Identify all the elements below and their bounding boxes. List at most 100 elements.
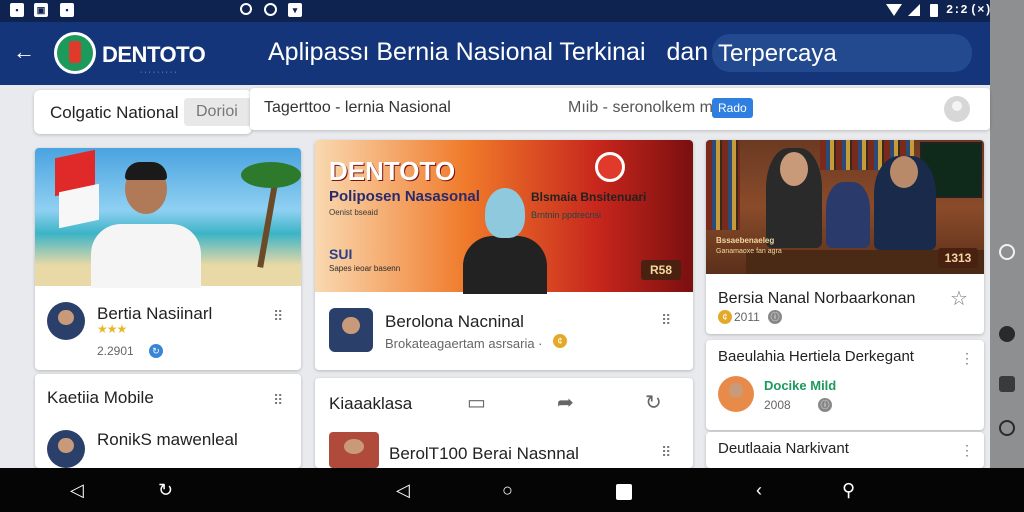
person-figure <box>826 182 870 248</box>
woman-face <box>780 152 808 186</box>
man-figure <box>91 162 201 288</box>
palm-leaf <box>241 162 301 188</box>
rotate-icon[interactable]: ↻ <box>158 481 173 499</box>
poster-image: DENTOTO Poliposen Nasasonal Oenist bseai… <box>315 140 693 294</box>
poster-line: Poliposen Nasasonal <box>329 188 480 205</box>
card-meta: 2008 <box>764 398 791 412</box>
share-icon: ↻ <box>149 344 163 358</box>
news-card[interactable]: Deutlaaia Narkivant ⋮ <box>706 432 984 468</box>
share-icon[interactable]: ➦ <box>557 390 574 415</box>
signal-icon <box>908 4 920 16</box>
back-arrow-icon[interactable]: ← <box>10 38 38 66</box>
author-name: Docike Mild <box>764 378 837 393</box>
item-thumbnail <box>329 432 379 468</box>
category-chip[interactable]: Dorioi <box>184 98 252 126</box>
featured-card[interactable]: DENTOTO Poliposen Nasasonal Oenist bseai… <box>315 140 693 370</box>
rail-dot-button[interactable] <box>999 326 1015 342</box>
status-bar: ▪ ▣ ▪ ▾ 2:2 (×) <box>0 0 1024 22</box>
card-meta: 2.2901 <box>97 344 134 358</box>
category-panel: Colgatic National Dorioi <box>34 90 252 134</box>
back-icon[interactable]: ◁ <box>70 481 84 499</box>
more-icon[interactable]: ⋮ <box>960 350 974 367</box>
more-icon[interactable]: ⋮ <box>960 442 974 459</box>
photo-icon: ▣ <box>34 3 48 17</box>
poster-emblem <box>595 152 625 182</box>
profile-avatar[interactable] <box>944 96 970 122</box>
recents-icon[interactable] <box>616 484 632 500</box>
assist-icon[interactable]: ⚲ <box>842 481 855 499</box>
card-meta: 2011 <box>734 310 760 324</box>
author-avatar <box>329 308 373 352</box>
photo-tag: 1313 <box>938 248 978 268</box>
card-title: Bertia Nasiinarl <box>97 304 213 323</box>
more-icon[interactable]: ⠿ <box>661 312 671 329</box>
search-hint: Mıib - seronolkem m <box>568 99 713 116</box>
author-avatar <box>718 376 754 412</box>
poster-line: Sapes ieoar basenn <box>329 264 401 273</box>
back-icon[interactable]: ◁ <box>396 481 410 499</box>
back-gesture-icon[interactable]: ‹ <box>756 481 762 499</box>
page-title: Aplipassı Bernia Nasional Terkinai dan <box>268 38 708 67</box>
system-nav-bar: ◁ ↻ ◁ ○ ‹ ⚲ <box>0 468 1024 512</box>
more-icon[interactable]: ⠿ <box>661 444 671 461</box>
badge-icon: ¢ <box>718 310 732 324</box>
office-photo: Bssaebenaeleg Ganamaoxe fan agra 1313 <box>706 140 984 274</box>
card-title: Deutlaaia Narkivant <box>718 440 849 457</box>
photo-caption: Bssaebenaeleg <box>716 236 775 245</box>
section-header: Kiaaaklasa <box>329 394 413 413</box>
comment-icon[interactable]: ▭ <box>467 390 486 415</box>
search-query[interactable]: Tagerttoo - lernia Nasional <box>264 99 451 117</box>
title-pill-label: Terpercaya <box>718 40 837 67</box>
search-bar[interactable]: Tagerttoo - lernia Nasional Mıib - seron… <box>250 88 990 130</box>
info-icon: ⓘ <box>818 398 832 412</box>
palm-trunk <box>257 178 279 268</box>
home-icon[interactable]: ○ <box>502 481 513 499</box>
refresh-icon[interactable] <box>999 420 1015 436</box>
brand-logo <box>54 32 96 74</box>
man-face <box>890 156 918 188</box>
news-card[interactable]: Bssaebenaeleg Ganamaoxe fan agra 1313 Be… <box>706 140 984 334</box>
poster-right-line: Brntnin ppdrecnsi <box>531 210 602 220</box>
clock: 2:2 <box>946 3 968 17</box>
status-extra: (×) <box>970 3 992 17</box>
battery-icon <box>930 4 938 17</box>
wifi-icon <box>886 4 902 16</box>
card-title: Bersia Nanal Norbaarkonan <box>718 290 916 307</box>
bookshelf <box>706 140 740 230</box>
page-title-text: Aplipassı Bernia Nasional Terkinai <box>268 38 646 66</box>
photo-caption: Ganamaoxe fan agra <box>716 248 782 255</box>
rating-stars: ★★★ <box>97 322 127 336</box>
poster-line: Oenist bseaid <box>329 208 378 217</box>
item-avatar <box>47 430 85 468</box>
page-title-conj: dan <box>666 38 709 66</box>
section-card: Kiaaaklasa ▭ ➦ ↻ BerolT100 Berai Nasnnal… <box>315 378 693 468</box>
more-icon[interactable]: ⠿ <box>273 308 283 325</box>
info-icon: ⓘ <box>768 310 782 324</box>
home-icon[interactable] <box>999 376 1015 392</box>
reply-icon[interactable]: ↻ <box>645 390 662 415</box>
rail-circle-button[interactable] <box>999 244 1015 260</box>
more-icon[interactable]: ⠿ <box>273 392 283 409</box>
author-avatar <box>47 302 85 340</box>
title-pill[interactable]: Terpercaya <box>712 34 972 72</box>
location-icon <box>240 3 252 15</box>
app-icon: ▾ <box>288 3 302 17</box>
poster-tag: R58 <box>641 260 681 280</box>
section-card: Kaetiia Mobile ⠿ RonikS mawenleal <box>35 374 301 468</box>
side-rail <box>990 0 1024 468</box>
record-icon <box>264 3 277 16</box>
card-title: Berolona Nacninal <box>385 312 524 331</box>
poster-line: SUI <box>329 246 353 262</box>
card-meta: Brokateagaertam asrsaria · <box>385 336 543 351</box>
card-title: Baeulahia Hertiela Derkegant <box>718 348 914 365</box>
list-item-title[interactable]: RonikS mawenleal <box>97 430 238 450</box>
star-icon[interactable]: ☆ <box>950 286 968 311</box>
news-card[interactable]: Baeulahia Hertiela Derkegant ⋮ Docike Mi… <box>706 340 984 430</box>
brand-tagline: · · · · · · · · · <box>140 69 177 76</box>
search-badge[interactable]: Rado <box>712 98 753 118</box>
notification-icon: ▪ <box>10 3 24 17</box>
badge-icon: ¢ <box>553 334 567 348</box>
news-card[interactable]: Bertia Nasiinarl ★★★ 2.2901 ↻ ⠿ <box>35 148 301 370</box>
list-item-title[interactable]: BerolT100 Berai Nasnnal <box>389 444 579 464</box>
app-bar: ← DENTOTO · · · · · · · · · Aplipassı Be… <box>0 22 990 85</box>
